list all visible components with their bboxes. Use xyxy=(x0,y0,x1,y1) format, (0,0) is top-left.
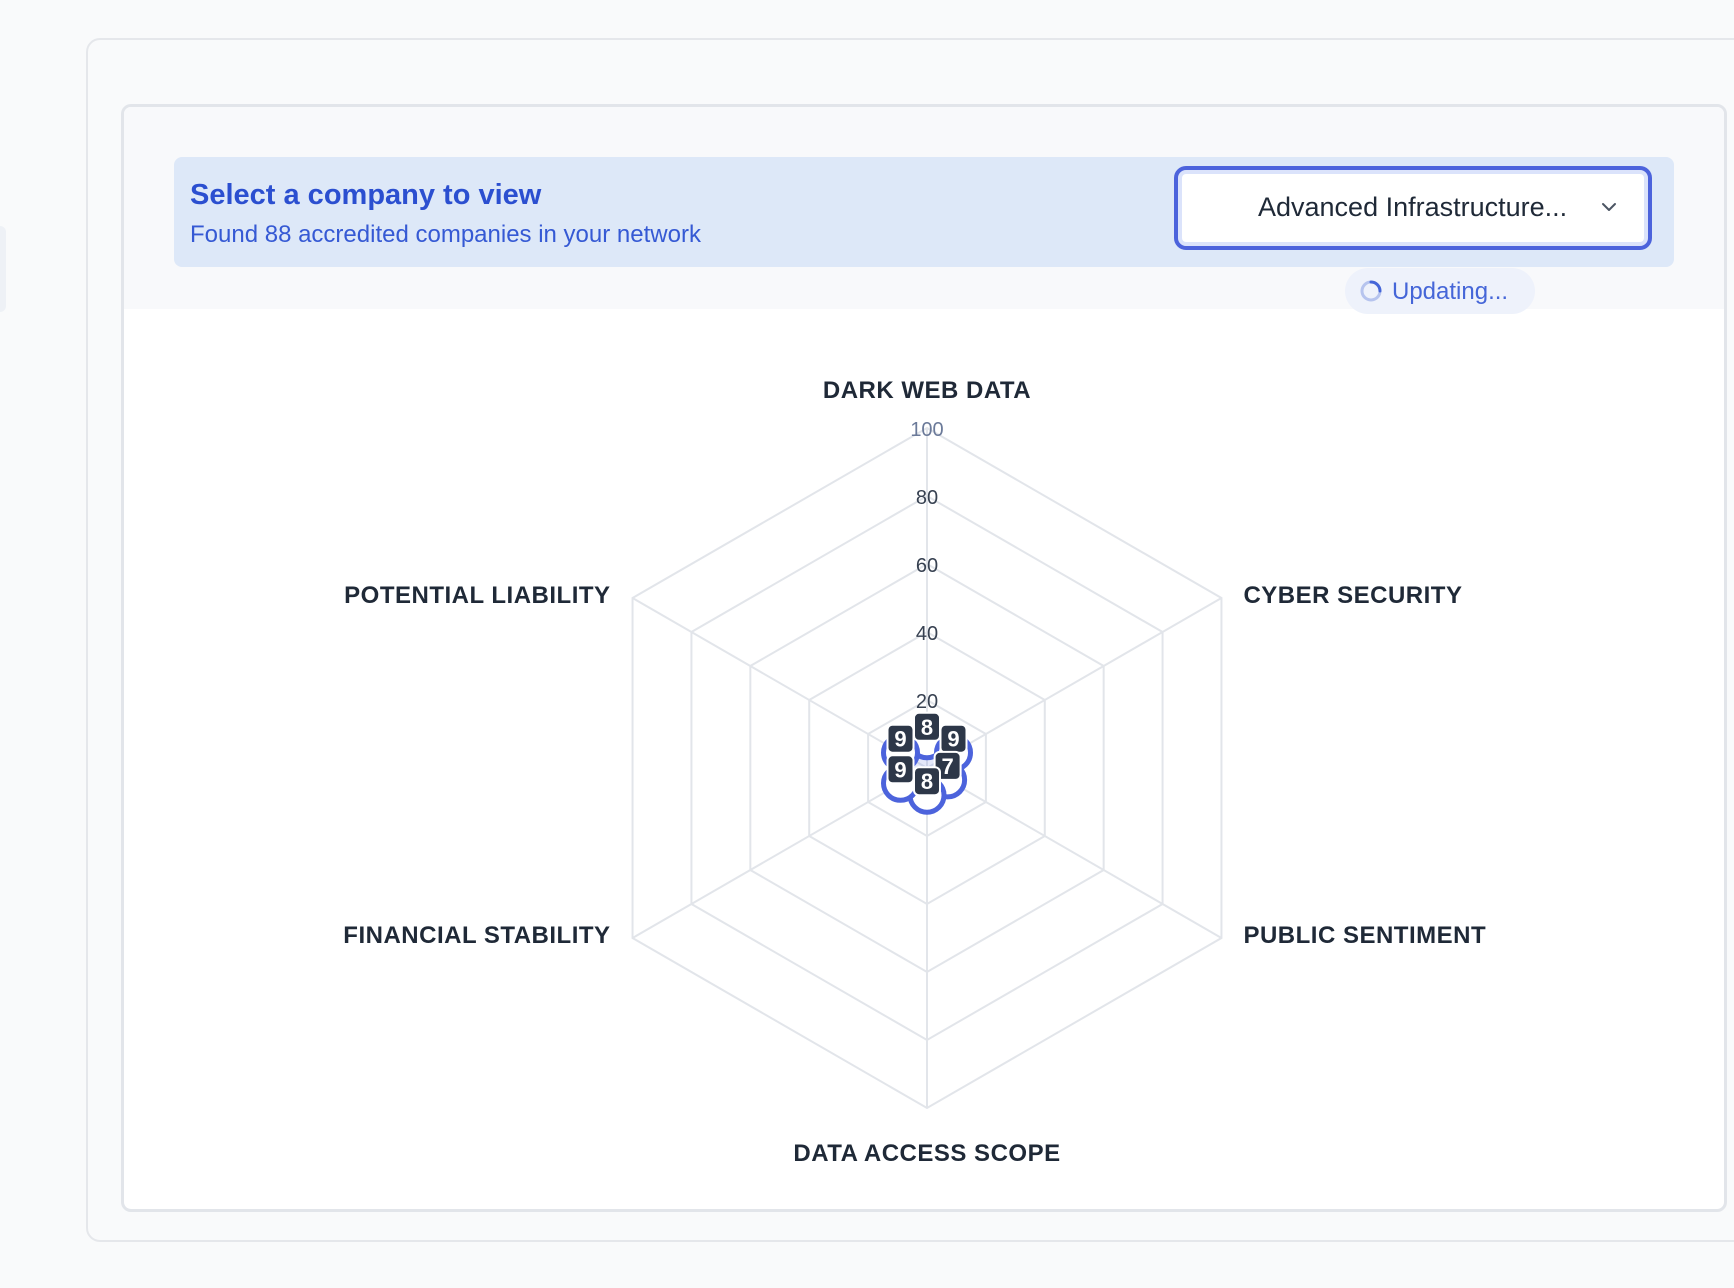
radar-chart: 20 40 60 80 100 DARK WEB DATA CYBER SECURITY PU… xyxy=(343,377,1486,1167)
radar-tick-label: 60 xyxy=(916,555,938,577)
radar-axis-label: POTENTIAL LIABILITY xyxy=(344,582,610,609)
radar-spoke-3 xyxy=(926,767,1222,939)
radar-tick-label: 20 xyxy=(916,691,938,713)
radar-axis-label: DARK WEB DATA xyxy=(823,377,1031,404)
radar-value-label: 9 xyxy=(894,727,906,752)
radar-value-label: 7 xyxy=(941,754,953,779)
radar-axis-label: FINANCIAL STABILITY xyxy=(343,922,610,949)
radar-axis-label: CYBER SECURITY xyxy=(1243,582,1462,609)
radar-spoke-6 xyxy=(632,597,928,769)
radar-tick-label: 40 xyxy=(916,623,938,645)
radar-spoke-2 xyxy=(926,597,1222,769)
radar-value-label: 8 xyxy=(921,769,933,794)
radar-value-label: 8 xyxy=(921,715,933,740)
radar-tick-label: 80 xyxy=(916,487,938,509)
radar-axis-label: PUBLIC SENTIMENT xyxy=(1243,922,1486,949)
radar-spoke-5 xyxy=(632,767,928,939)
radar-value-label: 9 xyxy=(894,757,906,782)
radar-value-label: 9 xyxy=(947,727,959,752)
radar-tick-label: 100 xyxy=(910,419,943,441)
radar-axis-label: DATA ACCESS SCOPE xyxy=(793,1140,1060,1167)
